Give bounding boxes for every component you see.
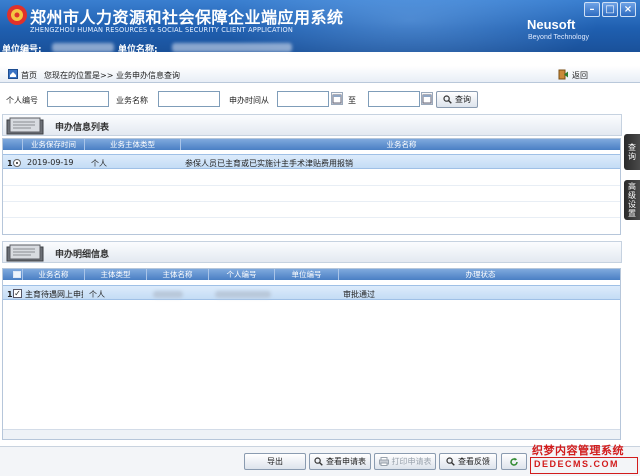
apply-list-title: 申办信息列表 [55, 123, 110, 133]
table-row-empty [3, 187, 620, 202]
brand-name: Neusoft [527, 17, 576, 32]
time-to-calendar-button[interactable] [421, 92, 433, 105]
maximize-button[interactable]: □ [602, 2, 618, 17]
minimize-button[interactable]: – [584, 2, 600, 17]
cell-subject-type: 个人 [91, 159, 107, 168]
export-button-label: 导出 [267, 457, 283, 466]
detail-list-grid: 业务名称 主体类型 主体名称 个人编号 单位编号 办理状态 1 ✓ 主育待遇网上… [2, 268, 621, 440]
watermark-line2: DEDECMS.COM [534, 459, 620, 469]
column-header-save-time[interactable]: 业务保存时间 [23, 139, 85, 150]
horizontal-scrollbar[interactable] [3, 429, 620, 439]
table-row[interactable]: 1 2019-09-19 个人 参保人员已主育或已实施计主手术津贴费用报销 [3, 154, 620, 169]
column-header-subject-name[interactable]: 主体名称 [147, 269, 209, 280]
person-id-input[interactable] [47, 91, 109, 107]
column-header-business-name[interactable]: 业务名称 [23, 269, 85, 280]
notebook-icon [6, 244, 44, 262]
window-controls: – □ × [584, 2, 636, 17]
search-icon [446, 457, 455, 466]
to-label: 至 [348, 96, 356, 105]
brand-tagline: Beyond Technology [528, 34, 589, 41]
breadcrumb: 首页 您现在的位置是 >> 业务申办信息查询 返回 [0, 66, 640, 83]
unit-info-line: 单位编号: 单位名称: [0, 42, 640, 52]
back-link[interactable]: 返回 [572, 70, 588, 81]
cell-subject-type: 个人 [89, 290, 105, 299]
cell-person-id-redacted [215, 291, 271, 298]
apply-list-grid: 业务保存时间 业务主体类型 业务名称 1 2019-09-19 个人 参保人员已… [2, 138, 621, 235]
column-header-subject-type[interactable]: 业务主体类型 [85, 139, 181, 150]
view-feedback-label: 查看反馈 [458, 457, 490, 466]
breadcrumb-location-prefix: 您现在的位置是 [44, 71, 100, 80]
select-all-column-header [3, 269, 23, 280]
column-header-unit-code[interactable]: 单位编号 [275, 269, 339, 280]
apply-list-grid-header: 业务保存时间 业务主体类型 业务名称 [3, 139, 620, 150]
cell-business-name: 主育待遇网上申报 [25, 290, 83, 299]
view-application-label: 查看申请表 [326, 457, 366, 466]
site-watermark: 织梦内容管理系统 DEDECMS.COM [530, 441, 640, 476]
watermark-line1: 织梦内容管理系统 [532, 444, 624, 457]
search-form: 个人编号 业务名称 申办时间从 至 查询 [0, 89, 640, 111]
business-name-input[interactable] [158, 91, 220, 107]
calendar-icon [422, 94, 432, 104]
select-all-checkbox[interactable] [13, 271, 21, 278]
app-logo-icon [7, 5, 27, 25]
view-application-button[interactable]: 查看申请表 [309, 453, 371, 470]
row-number: 1 [7, 290, 13, 299]
home-icon[interactable] [8, 69, 18, 79]
query-button-label: 查询 [455, 95, 471, 104]
time-from-input[interactable] [277, 91, 329, 107]
detail-list-header: 申办明细信息 [2, 241, 622, 263]
search-icon [443, 95, 452, 104]
table-row-empty [3, 203, 620, 218]
refresh-button[interactable] [501, 453, 527, 470]
side-tab-advanced-settings[interactable]: 高级设置 [624, 180, 640, 220]
app-header: 郑州市人力资源和社会保障企业端应用系统 ZHENGZHOU HUMAN RESO… [0, 0, 640, 52]
unit-name-label: 单位名称: [118, 45, 158, 52]
cell-save-time: 2019-09-19 [27, 158, 74, 167]
search-icon [314, 457, 323, 466]
column-header-person-id[interactable]: 个人编号 [209, 269, 275, 280]
cell-business-name: 参保人员已主育或已实施计主手术津贴费用报销 [185, 159, 353, 168]
view-feedback-button[interactable]: 查看反馈 [439, 453, 497, 470]
app-title: 郑州市人力资源和社会保障企业端应用系统 [30, 8, 344, 27]
query-button[interactable]: 查询 [436, 91, 478, 108]
unit-code-value-redacted [52, 43, 114, 52]
person-id-label: 个人编号 [6, 96, 38, 105]
close-button[interactable]: × [620, 2, 636, 17]
column-header-subject-type[interactable]: 主体类型 [85, 269, 147, 280]
row-number: 1 [7, 159, 13, 168]
unit-code-label: 单位编号: [2, 45, 42, 52]
notebook-icon [6, 117, 44, 135]
column-header-business-name[interactable]: 业务名称 [181, 139, 620, 150]
business-name-label: 业务名称 [116, 96, 148, 105]
cell-subject-name-redacted [153, 291, 183, 298]
table-row[interactable]: 1 ✓ 主育待遇网上申报 个人 审批通过 [3, 285, 620, 300]
breadcrumb-path: >> 业务申办信息查询 [100, 71, 180, 80]
detail-list-grid-header: 业务名称 主体类型 主体名称 个人编号 单位编号 办理状态 [3, 269, 620, 280]
row-checkbox[interactable]: ✓ [13, 289, 22, 298]
table-row-empty [3, 171, 620, 186]
row-radio[interactable] [13, 159, 21, 167]
print-application-button[interactable]: 打印申请表 [374, 453, 436, 470]
refresh-icon [510, 457, 518, 466]
print-application-label: 打印申请表 [391, 457, 432, 466]
time-from-calendar-button[interactable] [331, 92, 343, 105]
breadcrumb-home[interactable]: 首页 [21, 70, 37, 81]
detail-list-title: 申办明细信息 [55, 250, 110, 260]
calendar-icon [332, 94, 342, 104]
time-from-label: 申办时间从 [229, 96, 269, 105]
side-tab-query[interactable]: 查询 [624, 134, 640, 170]
cell-status: 审批通过 [343, 290, 375, 299]
printer-icon [378, 457, 389, 466]
time-to-input[interactable] [368, 91, 420, 107]
unit-name-value-redacted [172, 43, 292, 52]
column-header-status[interactable]: 办理状态 [339, 269, 620, 280]
export-button[interactable]: 导出 [244, 453, 306, 470]
row-number-column-header [3, 139, 23, 150]
apply-list-header: 申办信息列表 [2, 114, 622, 136]
back-icon[interactable] [558, 69, 569, 80]
app-subtitle: ZHENGZHOU HUMAN RESOURCES & SOCIAL SECUR… [30, 26, 294, 34]
